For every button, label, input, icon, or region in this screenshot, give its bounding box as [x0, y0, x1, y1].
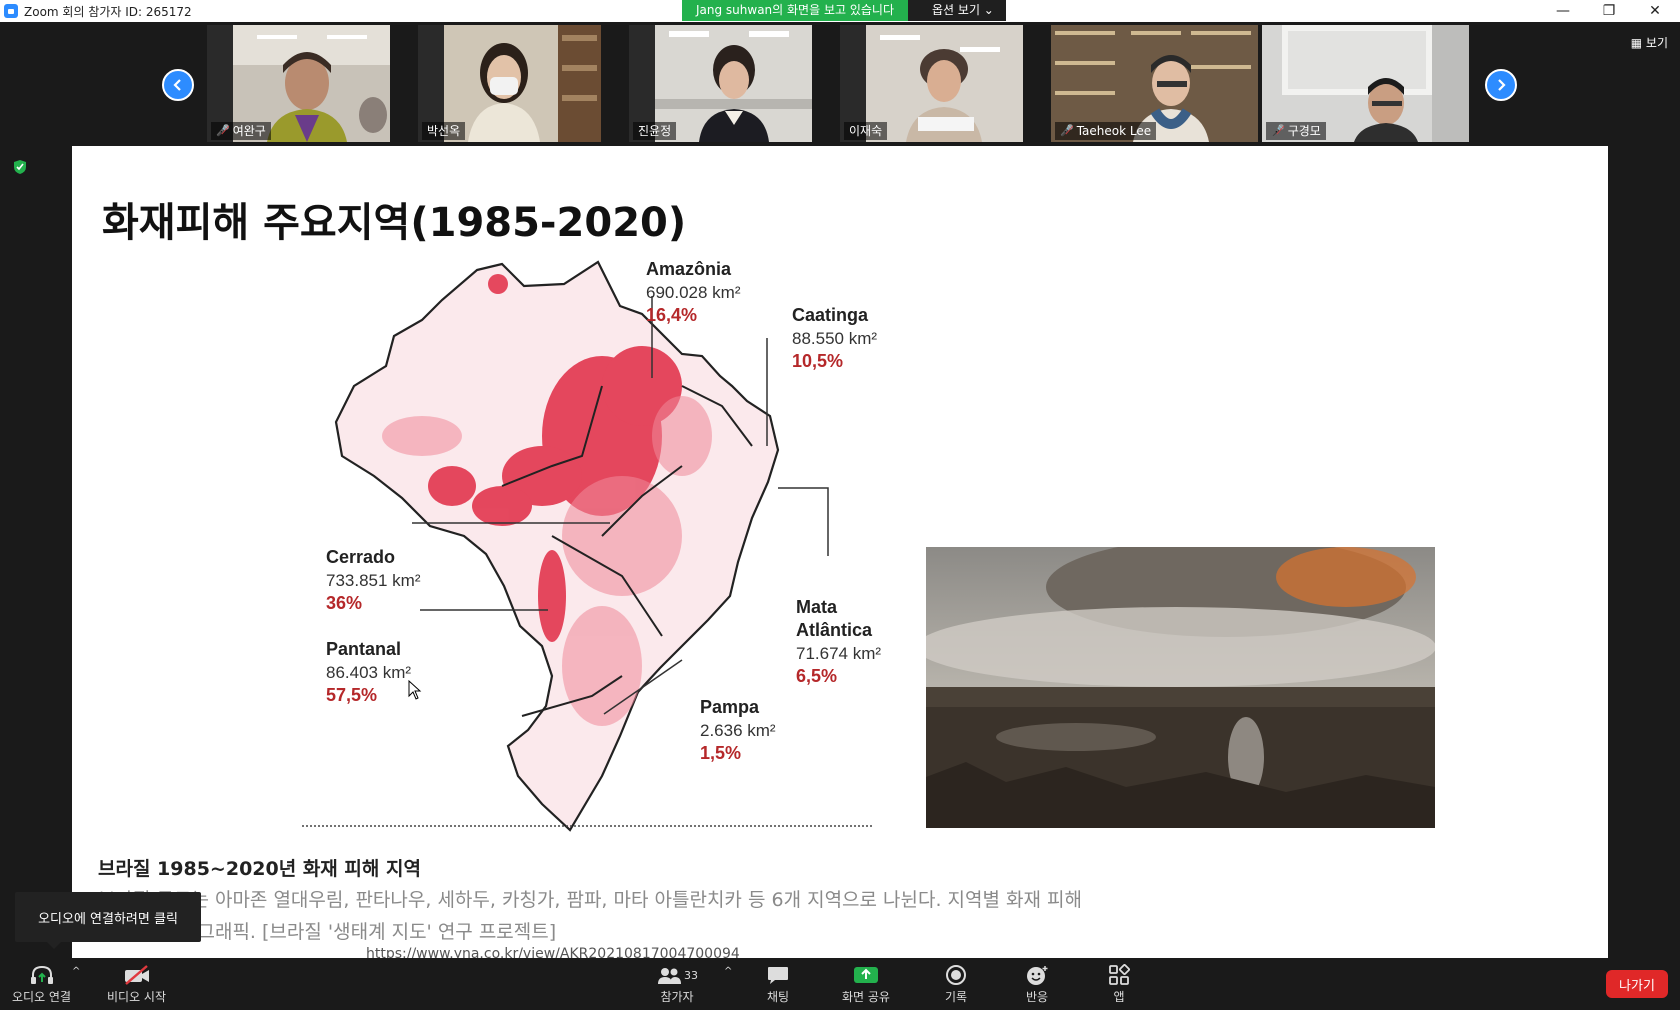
region-percent: 6,5% [796, 666, 838, 686]
muted-mic-icon: 🎤̸ [1271, 124, 1285, 137]
participant-name-tag: 🎤̸ 구경모 [1266, 122, 1326, 140]
screen-share-banner: Jang suhwan의 화면을 보고 있습니다 옵션 보기 ⌄ [682, 0, 1006, 21]
share-status-text: Jang suhwan의 화면을 보고 있습니다 [682, 0, 909, 21]
video-tile[interactable]: 🎤̸ Taeheok Lee [1051, 25, 1258, 142]
start-video-button[interactable]: 비디오 시작 [107, 962, 166, 1005]
share-screen-button[interactable]: 화면 공유 [842, 962, 890, 1005]
chat-button[interactable]: 채팅 [766, 962, 790, 1005]
region-area: 88.550 km² [792, 329, 878, 348]
region-label-caatinga: Caatinga 88.550 km² 10,5% [792, 304, 877, 373]
region-area: 86.403 km² [326, 663, 412, 682]
region-area: 71.674 km² [796, 644, 882, 663]
region-label-amazonia: Amazônia 690.028 km² 16,4% [646, 258, 741, 327]
region-percent: 10,5% [792, 351, 844, 371]
gallery-prev-button[interactable] [162, 69, 194, 101]
restore-button[interactable]: ❐ [1586, 0, 1632, 22]
chevron-right-icon [1498, 79, 1506, 91]
chat-label: 채팅 [766, 990, 790, 1004]
region-percent: 36% [326, 593, 363, 613]
headphones-icon [30, 965, 53, 984]
caption-heading: 브라질 1985~2020년 화재 피해 지역 [98, 858, 421, 880]
region-label-mata-atlantica: Mata Atlântica 71.674 km² 6,5% [796, 596, 906, 688]
source-url: https://www.yna.co.kr/view/AKR2021081700… [366, 946, 740, 958]
participant-name-tag: 진윤정 [633, 122, 677, 140]
participant-name: Taeheok Lee [1076, 124, 1152, 138]
view-options-button[interactable]: 옵션 보기 ⌄ [908, 0, 1006, 21]
share-label: 화면 공유 [842, 990, 890, 1004]
region-area: 2.636 km² [700, 721, 776, 740]
chat-icon [768, 967, 788, 984]
participants-button[interactable]: 33 참가자 [656, 962, 698, 1005]
participant-name: 박선옥 [427, 124, 461, 138]
region-area: 690.028 km² [646, 283, 741, 302]
mouse-cursor-icon [408, 680, 422, 700]
caption-line: 를 보여주는 그래픽. [브라질 '생태계 지도' 연구 프로젝트] [98, 921, 557, 943]
caption-line: 브라질 국토는 아마존 열대우림, 판타나우, 세하두, 카칭가, 팜파, 마타… [98, 889, 1083, 911]
participant-name: 이재숙 [849, 124, 883, 138]
participant-gallery: 🎤̸ 여완구 박선옥 진윤정 이재숙 🎤̸ Taeheok Lee 🎤̸ 구경모… [0, 22, 1680, 144]
reactions-label: 반응 [1025, 990, 1049, 1004]
chevron-left-icon [173, 79, 181, 91]
audio-tooltip: 오디오에 연결하려면 클릭 [15, 892, 201, 949]
record-label: 기록 [945, 990, 968, 1004]
region-percent: 16,4% [646, 305, 698, 325]
participant-name: 여완구 [232, 124, 266, 138]
region-area: 733.851 km² [326, 571, 421, 590]
participants-options-chevron-icon[interactable]: ^ [724, 966, 732, 977]
join-audio-button[interactable]: 오디오 연결 [12, 962, 71, 1005]
region-name: Cerrado [326, 547, 396, 567]
record-icon [946, 965, 967, 985]
muted-mic-icon: 🎤̸ [216, 124, 230, 137]
region-name: Mata Atlântica [796, 597, 873, 640]
participants-count: 33 [684, 968, 698, 982]
participant-name-tag: 박선옥 [422, 122, 466, 140]
caption-body: 브라질 국토는 아마존 열대우림, 판타나우, 세하두, 카칭가, 팜파, 마타… [98, 884, 1158, 948]
region-percent: 1,5% [700, 743, 742, 763]
video-tile[interactable]: 🎤̸ 여완구 [207, 25, 390, 142]
participants-label: 참가자 [660, 990, 694, 1004]
close-button[interactable]: ✕ [1632, 0, 1678, 22]
region-name: Caatinga [792, 305, 869, 325]
video-tile[interactable]: 진윤정 [629, 25, 812, 142]
zoom-app-icon [4, 4, 18, 18]
participant-name: 구경모 [1287, 124, 1321, 138]
region-label-pampa: Pampa 2.636 km² 1,5% [700, 696, 776, 765]
shared-screen: 화재피해 주요지역(1985-2020) Amazônia 690.028 km… [72, 146, 1608, 958]
leave-button[interactable]: 나가기 [1606, 970, 1668, 998]
video-camera-off-icon [124, 965, 149, 985]
participants-icon [658, 968, 681, 984]
region-label-cerrado: Cerrado 733.851 km² 36% [326, 546, 421, 615]
participant-name: 진윤정 [638, 124, 672, 138]
muted-mic-icon: 🎤̸ [1060, 124, 1074, 137]
meeting-toolbar: 오디오 연결 ^ 비디오 시작 33 참가자 ^ 채팅 화면 공유 기록 반응 … [0, 958, 1680, 1010]
region-name: Pampa [700, 697, 760, 717]
share-screen-icon [853, 967, 878, 983]
video-tile[interactable]: 이재숙 [840, 25, 1023, 142]
region-name: Pantanal [326, 639, 402, 659]
audio-label: 오디오 연결 [12, 990, 72, 1004]
participant-name-tag: 🎤̸ Taeheok Lee [1055, 122, 1157, 140]
region-percent: 57,5% [326, 685, 378, 705]
minimize-button[interactable]: — [1540, 0, 1586, 22]
video-tile[interactable]: 🎤̸ 구경모 [1262, 25, 1469, 142]
apps-button[interactable]: 앱 [1108, 962, 1130, 1005]
video-label: 비디오 시작 [107, 990, 167, 1004]
window-title: Zoom 회의 참가자 ID: 265172 [24, 4, 192, 19]
gallery-next-button[interactable] [1485, 69, 1517, 101]
video-tile[interactable]: 박선옥 [418, 25, 601, 142]
record-button[interactable]: 기록 [945, 962, 967, 1005]
region-label-pantanal: Pantanal 86.403 km² 57,5% [326, 638, 411, 707]
reactions-button[interactable]: 반응 [1025, 962, 1049, 1005]
wildfire-photo [926, 547, 1435, 828]
apps-label: 앱 [1113, 990, 1125, 1004]
view-label: 보기 [1645, 36, 1668, 50]
view-button[interactable]: ▦ 보기 [1631, 34, 1668, 51]
region-name: Amazônia [646, 259, 732, 279]
participant-name-tag: 이재숙 [844, 122, 888, 140]
apps-icon [1109, 964, 1130, 985]
reaction-smile-icon [1027, 966, 1048, 985]
participant-name-tag: 🎤̸ 여완구 [211, 122, 271, 140]
audio-options-chevron-icon[interactable]: ^ [72, 966, 80, 977]
shield-icon[interactable] [13, 159, 27, 175]
